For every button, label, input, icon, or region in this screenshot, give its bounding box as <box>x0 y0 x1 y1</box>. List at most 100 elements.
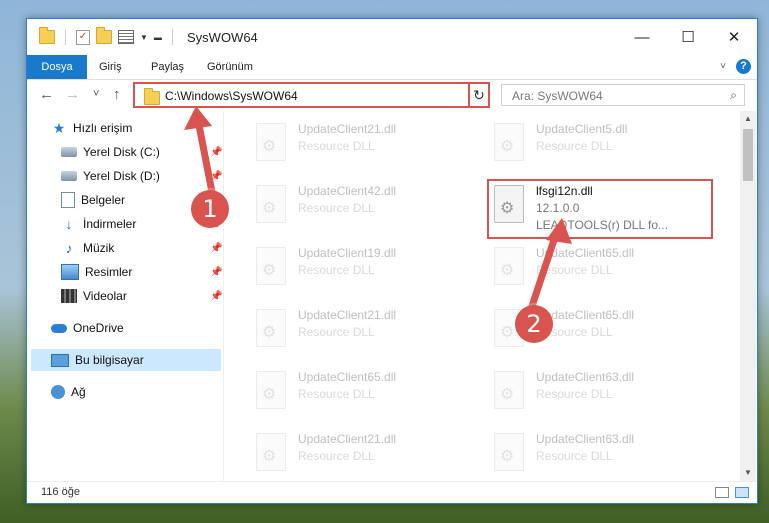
video-icon <box>61 289 77 303</box>
address-path[interactable]: C:\Windows\SysWOW64 <box>165 89 298 103</box>
file-type: Resource DLL <box>298 263 375 277</box>
file-type: Resource DLL <box>298 139 375 153</box>
pin-icon[interactable]: 📌 <box>210 171 222 182</box>
ribbon-tabs: Dosya Giriş Paylaş Görünüm ˅ ? <box>27 55 757 80</box>
back-button[interactable]: ← <box>39 86 54 103</box>
search-input[interactable]: Ara: SysWOW64 <box>512 89 603 103</box>
file-item[interactable]: UpdateClient21.dll Resource DLL <box>240 303 466 359</box>
pin-icon[interactable]: 📌 <box>210 291 222 302</box>
sidebar-item-music[interactable]: ♪ Müzik <box>61 237 115 259</box>
file-item[interactable]: UpdateClient21.dll Resource DLL <box>240 427 466 481</box>
dll-file-icon <box>256 371 286 409</box>
file-type: Resource DLL <box>298 325 375 339</box>
explorer-window: ✓ ▼ ▬ SysWOW64 — ☐ ✕ Dosya Giriş Paylaş … <box>26 18 758 504</box>
window-controls: — ☐ ✕ <box>619 19 757 55</box>
properties-check-icon[interactable]: ✓ <box>76 29 90 45</box>
pin-icon[interactable]: 📌 <box>210 147 222 158</box>
tab-file[interactable]: Dosya <box>27 55 87 79</box>
file-item[interactable]: UpdateClient65.dll Resource DLL <box>240 365 466 421</box>
sidebar-item-network[interactable]: Ağ <box>51 381 86 403</box>
details-view-icon[interactable] <box>715 487 729 498</box>
tab-share[interactable]: Paylaş <box>151 55 184 79</box>
sidebar-item-label: Yerel Disk (D:) <box>83 169 160 183</box>
file-item[interactable]: UpdateClient65.dll Resource DLL <box>478 303 704 359</box>
navigation-pane: ★ Hızlı erişim Yerel Disk (C:) 📌 Yerel D… <box>27 111 224 481</box>
network-icon <box>51 385 65 399</box>
file-item[interactable]: UpdateClient21.dll Resource DLL <box>240 117 466 173</box>
forward-button[interactable]: → <box>65 86 80 103</box>
expand-ribbon-icon[interactable]: ˅ <box>720 61 726 72</box>
file-name: UpdateClient65.dll <box>298 370 397 384</box>
pin-icon[interactable]: 📌 <box>210 267 222 278</box>
download-icon: ↓ <box>65 216 73 232</box>
scroll-up-icon[interactable]: ▲ <box>740 111 756 127</box>
file-list: UpdateClient21.dll Resource DLL UpdateCl… <box>224 111 740 481</box>
help-icon[interactable]: ? <box>736 59 751 74</box>
customize-toolbar-icon[interactable]: ▬ <box>154 33 162 42</box>
scroll-down-icon[interactable]: ▼ <box>740 465 756 481</box>
new-folder-icon[interactable] <box>96 27 112 44</box>
toolbar-separator <box>65 29 66 45</box>
recent-locations-button[interactable]: ˅ <box>93 88 99 100</box>
sidebar-item-videos[interactable]: Videolar <box>61 285 127 307</box>
sidebar-item-label: Belgeler <box>81 193 126 207</box>
file-name: UpdateClient19.dll <box>298 246 397 260</box>
minimize-button[interactable]: — <box>619 19 665 55</box>
maximize-button[interactable]: ☐ <box>665 19 711 55</box>
file-name: UpdateClient63.dll <box>536 370 635 384</box>
file-item[interactable]: UpdateClient19.dll Resource DLL <box>240 241 466 297</box>
refresh-button[interactable]: ↻ <box>468 82 490 108</box>
pictures-icon <box>61 264 79 280</box>
vertical-scrollbar[interactable]: ▲ ▼ <box>740 111 756 481</box>
file-item[interactable]: UpdateClient65.dll Resource DLL <box>478 241 704 297</box>
tab-view[interactable]: Görünüm <box>207 55 253 79</box>
pin-icon[interactable]: 📌 <box>210 243 222 254</box>
highlight-box <box>487 179 713 239</box>
file-item[interactable]: UpdateClient63.dll Resource DLL <box>478 427 704 481</box>
sidebar-item-label: OneDrive <box>73 321 124 335</box>
search-icon[interactable]: ⌕ <box>730 88 737 103</box>
file-type: Resource DLL <box>536 449 613 463</box>
file-item[interactable]: UpdateClient63.dll Resource DLL <box>478 365 704 421</box>
sidebar-item-label: Bu bilgisayar <box>75 353 144 367</box>
sidebar-item-documents[interactable]: Belgeler <box>61 189 125 211</box>
disk-icon <box>61 147 77 157</box>
search-box[interactable]: Ara: SysWOW64 ⌕ <box>501 84 745 106</box>
tab-home[interactable]: Giriş <box>99 55 122 79</box>
sidebar-item-disk-c[interactable]: Yerel Disk (C:) <box>61 141 160 163</box>
dll-file-icon <box>256 185 286 223</box>
sidebar-item-quick-access[interactable]: ★ Hızlı erişim <box>51 117 133 139</box>
music-icon: ♪ <box>65 240 73 256</box>
folder-icon[interactable] <box>39 27 55 44</box>
file-type: Resource DLL <box>536 263 613 277</box>
sidebar-item-pictures[interactable]: Resimler <box>61 261 132 283</box>
folder-icon <box>144 88 160 105</box>
sidebar-item-label: İndirmeler <box>83 217 137 231</box>
up-button[interactable]: ↑ <box>113 86 121 103</box>
file-name: UpdateClient5.dll <box>536 122 628 136</box>
dll-file-icon <box>256 247 286 285</box>
file-name: UpdateClient21.dll <box>298 308 397 322</box>
quick-access-toolbar: ✓ ▼ ▬ <box>39 27 177 45</box>
dll-file-icon <box>256 123 286 161</box>
dll-file-icon <box>256 433 286 471</box>
sidebar-item-onedrive[interactable]: OneDrive <box>51 317 124 339</box>
file-name: UpdateClient65.dll <box>536 246 635 260</box>
file-item[interactable]: UpdateClient42.dll Resource DLL <box>240 179 466 235</box>
status-bar: 116 öğe <box>27 481 757 504</box>
dll-file-icon <box>494 247 524 285</box>
window-title: SysWOW64 <box>187 30 258 45</box>
scrollbar-thumb[interactable] <box>743 129 753 181</box>
file-item[interactable]: UpdateClient5.dll Resource DLL <box>478 117 704 173</box>
close-button[interactable]: ✕ <box>711 19 757 55</box>
sidebar-item-disk-d[interactable]: Yerel Disk (D:) <box>61 165 160 187</box>
address-bar[interactable]: C:\Windows\SysWOW64 ˅ <box>133 82 488 108</box>
sidebar-item-label: Hızlı erişim <box>73 121 133 135</box>
file-name: UpdateClient21.dll <box>298 122 397 136</box>
sidebar-item-this-pc[interactable]: Bu bilgisayar <box>31 349 221 371</box>
sidebar-item-downloads[interactable]: ↓ İndirmeler <box>61 213 137 235</box>
title-bar: ✓ ▼ ▬ SysWOW64 — ☐ ✕ <box>27 19 757 55</box>
chevron-down-icon[interactable]: ▼ <box>140 33 148 42</box>
tiles-view-icon[interactable] <box>735 487 749 498</box>
properties-icon[interactable] <box>118 30 134 44</box>
